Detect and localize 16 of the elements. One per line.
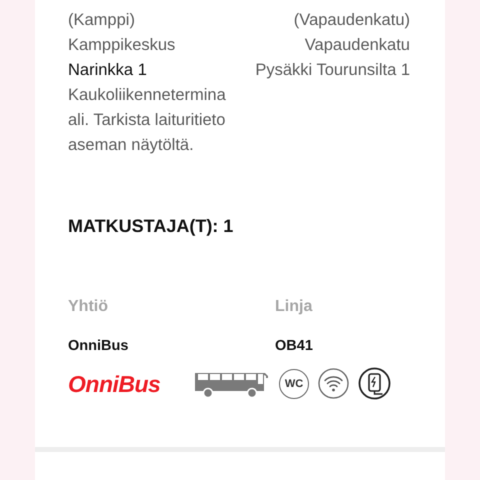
stop-text: Pysäkki Tourunsilta 1 (255, 60, 410, 81)
stop-text: Kamppikeskus (68, 35, 176, 56)
stop-text: Narinkka 1 (68, 60, 148, 81)
column-label: Linja (275, 297, 314, 317)
passenger-count: MATKUSTAJA(T): 1 (68, 215, 234, 238)
stop-text: (Vapaudenkatu) (294, 10, 410, 31)
stop-text: Vapaudenkatu (304, 35, 410, 56)
line-number: OB41 (275, 337, 314, 355)
column-label: Yhtiö (68, 297, 109, 317)
wifi-icon (318, 368, 349, 399)
charging-icon (358, 367, 391, 400)
company-name: OnniBus (68, 337, 130, 355)
company-logo: OnniBus (68, 370, 162, 398)
wc-icon: WC (279, 368, 309, 398)
stop-text: (Kamppi) (68, 10, 136, 31)
stop-text: Kaukoliikenneterminaali. Tarkista laituritieto aseman näytöltä. (68, 85, 227, 156)
